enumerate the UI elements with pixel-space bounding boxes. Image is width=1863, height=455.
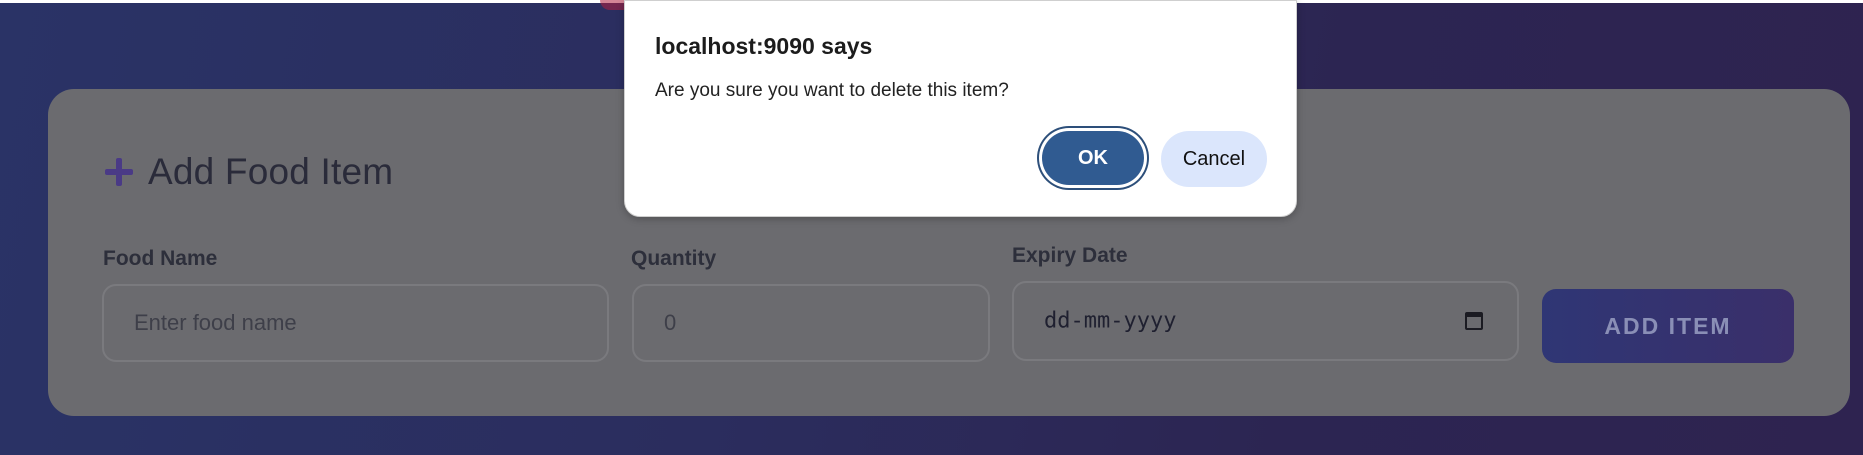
calendar-icon[interactable] <box>1465 312 1483 330</box>
food-name-input[interactable]: Enter food name <box>102 284 609 362</box>
expiry-date-label: Expiry Date <box>1012 244 1128 267</box>
card-title: Add Food Item <box>104 151 393 193</box>
dialog-title: localhost:9090 says <box>655 33 873 59</box>
quantity-placeholder: 0 <box>664 310 677 335</box>
plus-icon <box>104 157 134 187</box>
expiry-date-placeholder: dd-mm-yyyy <box>1044 308 1177 334</box>
ok-button[interactable]: OK <box>1042 131 1144 185</box>
add-food-title: Add Food Item <box>148 151 394 192</box>
cancel-button[interactable]: Cancel <box>1161 131 1267 187</box>
food-name-label: Food Name <box>103 247 218 270</box>
quantity-input[interactable]: 0 <box>632 284 990 362</box>
confirm-dialog: localhost:9090 says Are you sure you wan… <box>624 0 1297 217</box>
dialog-message: Are you sure you want to delete this ite… <box>655 80 1009 101</box>
quantity-label: Quantity <box>631 247 717 270</box>
food-name-placeholder: Enter food name <box>134 310 297 335</box>
add-item-button[interactable]: ADD ITEM <box>1542 289 1794 363</box>
expiry-date-input[interactable]: dd-mm-yyyy <box>1012 281 1519 361</box>
